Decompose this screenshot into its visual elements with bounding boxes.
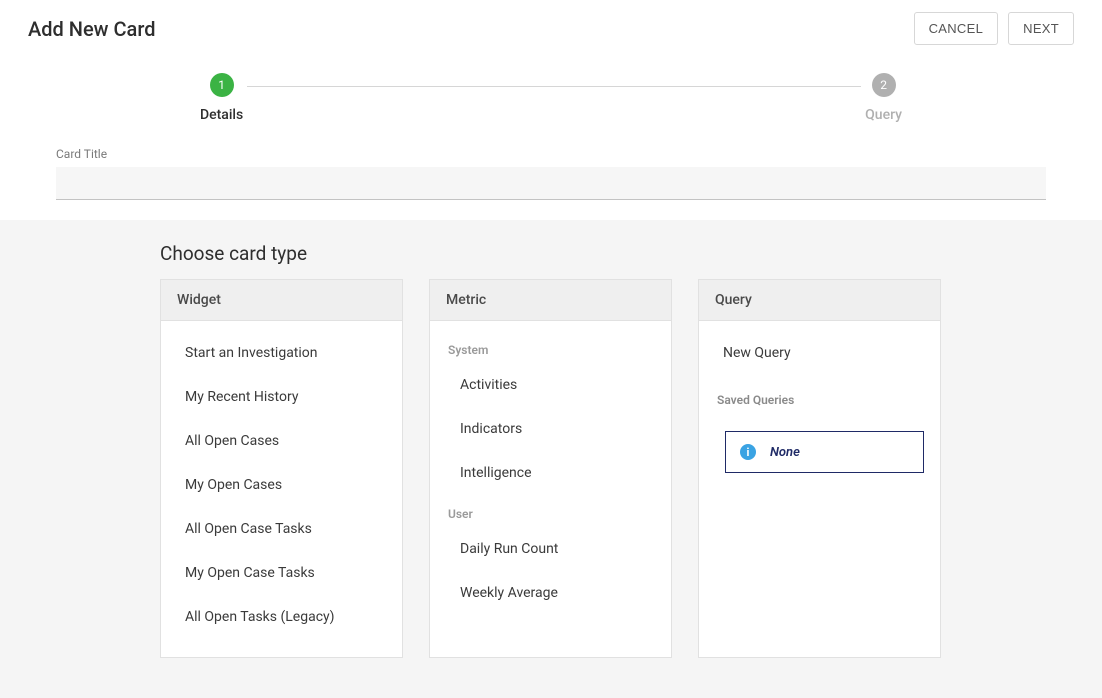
query-card-header: Query	[699, 280, 940, 321]
cancel-button[interactable]: CANCEL	[914, 12, 999, 45]
card-title-label: Card Title	[56, 147, 1046, 161]
widget-item-my-recent-history[interactable]: My Recent History	[161, 375, 402, 419]
step-1-circle: 1	[210, 73, 234, 97]
header-actions: CANCEL NEXT	[914, 12, 1074, 45]
card-types-row: Widget Start an Investigation My Recent …	[160, 279, 942, 658]
step-2-label: Query	[865, 107, 902, 123]
metric-item-activities[interactable]: Activities	[430, 363, 671, 407]
widget-card-body: Start an Investigation My Recent History…	[161, 321, 402, 657]
metric-system-label: System	[430, 331, 671, 363]
metric-item-intelligence[interactable]: Intelligence	[430, 451, 671, 495]
step-1-label: Details	[200, 107, 243, 123]
metric-card: Metric System Activities Indicators Inte…	[429, 279, 672, 658]
metric-item-daily-run-count[interactable]: Daily Run Count	[430, 527, 671, 571]
query-item-new-query[interactable]: New Query	[699, 331, 940, 375]
card-title-input[interactable]	[56, 167, 1046, 200]
metric-user-label: User	[430, 495, 671, 527]
wizard-stepper: 1 Details 2 Query	[0, 53, 1102, 133]
saved-queries-none-text: None	[770, 445, 800, 460]
widget-item-my-open-case-tasks[interactable]: My Open Case Tasks	[161, 551, 402, 595]
widget-item-start-investigation[interactable]: Start an Investigation	[161, 331, 402, 375]
widget-item-my-open-cases[interactable]: My Open Cases	[161, 463, 402, 507]
metric-card-body: System Activities Indicators Intelligenc…	[430, 321, 671, 633]
step-details[interactable]: 1 Details	[200, 73, 243, 123]
card-title-section: Card Title	[0, 133, 1102, 220]
widget-item-all-open-tasks-legacy[interactable]: All Open Tasks (Legacy)	[161, 595, 402, 639]
widget-card-header: Widget	[161, 280, 402, 321]
widget-item-all-open-cases[interactable]: All Open Cases	[161, 419, 402, 463]
info-icon: i	[740, 444, 756, 460]
metric-item-indicators[interactable]: Indicators	[430, 407, 671, 451]
query-card-body: New Query Saved Queries i None	[699, 321, 940, 491]
page-header: Add New Card CANCEL NEXT	[0, 0, 1102, 53]
query-card: Query New Query Saved Queries i None	[698, 279, 941, 658]
metric-card-header: Metric	[430, 280, 671, 321]
step-query[interactable]: 2 Query	[865, 73, 902, 123]
metric-item-weekly-average[interactable]: Weekly Average	[430, 571, 671, 615]
page-title: Add New Card	[28, 17, 155, 41]
choose-title: Choose card type	[160, 242, 942, 265]
choose-card-type-section: Choose card type Widget Start an Investi…	[0, 220, 1102, 698]
next-button[interactable]: NEXT	[1008, 12, 1074, 45]
saved-queries-none-box: i None	[725, 431, 924, 473]
widget-item-all-open-case-tasks[interactable]: All Open Case Tasks	[161, 507, 402, 551]
step-2-circle: 2	[872, 73, 896, 97]
saved-queries-label: Saved Queries	[699, 375, 940, 417]
widget-card: Widget Start an Investigation My Recent …	[160, 279, 403, 658]
stepper-line	[247, 86, 861, 87]
